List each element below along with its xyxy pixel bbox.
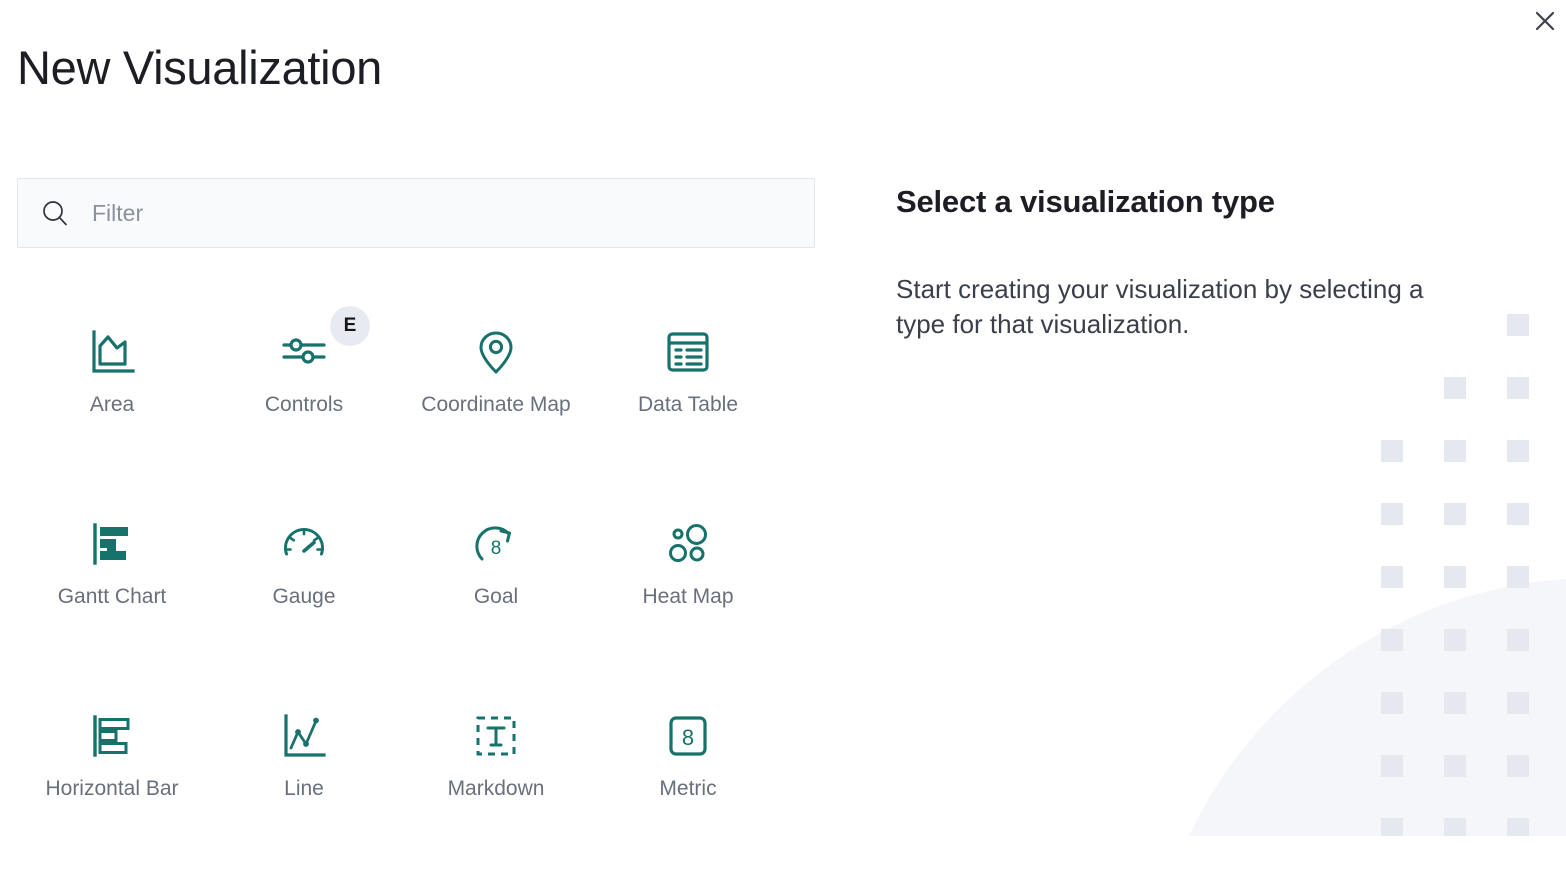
decorative-square xyxy=(1444,566,1466,588)
viz-type-area[interactable]: Area xyxy=(16,296,208,488)
viz-type-gauge[interactable]: Gauge xyxy=(208,488,400,680)
decorative-square xyxy=(1507,314,1529,336)
viz-type-gantt-chart[interactable]: Gantt Chart xyxy=(16,488,208,680)
viz-type-markdown[interactable]: Markdown xyxy=(400,680,592,872)
detail-heading: Select a visualization type xyxy=(896,184,1275,219)
viz-type-coordinate-map[interactable]: Coordinate Map xyxy=(400,296,592,488)
decorative-square xyxy=(1507,629,1529,651)
decorative-square xyxy=(1444,503,1466,525)
line-chart-icon xyxy=(276,708,332,764)
svg-text:8: 8 xyxy=(682,725,694,750)
map-pin-icon xyxy=(468,324,524,380)
viz-type-label: Goal xyxy=(473,585,519,608)
decorative-square xyxy=(1507,440,1529,462)
viz-type-label: Markdown xyxy=(447,777,545,800)
decorative-square xyxy=(1381,755,1403,777)
svg-text:8: 8 xyxy=(491,538,502,559)
viz-type-data-table[interactable]: Data Table xyxy=(592,296,784,488)
decorative-square xyxy=(1444,818,1466,836)
viz-type-label: Line xyxy=(284,777,324,800)
viz-type-label: Data Table xyxy=(637,393,739,416)
decorative-square xyxy=(1444,629,1466,651)
decorative-square xyxy=(1507,566,1529,588)
viz-type-metric[interactable]: 8 Metric xyxy=(592,680,784,872)
decorative-square xyxy=(1444,692,1466,714)
decorative-square xyxy=(1381,818,1403,836)
decorative-square xyxy=(1444,440,1466,462)
decorative-blob xyxy=(1146,578,1566,836)
detail-pane: Select a visualization type Start creati… xyxy=(896,0,1496,342)
experimental-badge: E xyxy=(330,306,370,346)
visualization-type-grid: Area E Controls Coordinate Map Data Table… xyxy=(16,296,784,872)
viz-type-line[interactable]: Line xyxy=(208,680,400,872)
area-chart-icon xyxy=(84,324,140,380)
viz-type-label: Coordinate Map xyxy=(421,393,571,416)
decorative-square xyxy=(1381,566,1403,588)
decorative-square xyxy=(1507,503,1529,525)
close-button[interactable] xyxy=(1528,4,1562,38)
table-icon xyxy=(660,324,716,380)
horizontal-bar-icon xyxy=(84,708,140,764)
heat-map-icon xyxy=(660,516,716,572)
viz-type-label: Horizontal Bar xyxy=(45,777,179,800)
viz-type-label: Controls xyxy=(264,393,344,416)
viz-type-heat-map[interactable]: Heat Map xyxy=(592,488,784,680)
close-icon xyxy=(1535,11,1555,31)
markdown-text-icon xyxy=(468,708,524,764)
viz-type-horizontal-bar[interactable]: Horizontal Bar xyxy=(16,680,208,872)
viz-type-label: Gauge xyxy=(272,585,336,608)
decorative-square xyxy=(1444,755,1466,777)
decorative-square xyxy=(1507,692,1529,714)
viz-type-goal[interactable]: 8 Goal xyxy=(400,488,592,680)
decorative-square xyxy=(1381,629,1403,651)
viz-type-label: Area xyxy=(89,393,135,416)
viz-type-label: Gantt Chart xyxy=(57,585,167,608)
search-icon xyxy=(43,201,67,226)
metric-icon: 8 xyxy=(660,708,716,764)
decorative-square xyxy=(1507,818,1529,836)
visualization-picker-pane: New Visualization Area E Controls Coordin… xyxy=(0,0,860,836)
viz-type-controls[interactable]: E Controls xyxy=(208,296,400,488)
gauge-icon xyxy=(276,516,332,572)
search-input[interactable] xyxy=(92,199,792,227)
decorative-square xyxy=(1381,503,1403,525)
decorative-square xyxy=(1507,755,1529,777)
sliders-icon xyxy=(276,324,332,380)
viz-type-label: Metric xyxy=(659,777,717,800)
detail-description: Start creating your visualization by sel… xyxy=(896,274,1424,340)
gantt-chart-icon xyxy=(84,516,140,572)
filter-search-box[interactable] xyxy=(17,178,815,248)
viz-type-label: Heat Map xyxy=(642,585,734,608)
page-title: New Visualization xyxy=(17,41,383,94)
decorative-square xyxy=(1507,377,1529,399)
decorative-square xyxy=(1381,440,1403,462)
decorative-square xyxy=(1444,377,1466,399)
goal-icon: 8 xyxy=(468,516,524,572)
decorative-square xyxy=(1381,692,1403,714)
